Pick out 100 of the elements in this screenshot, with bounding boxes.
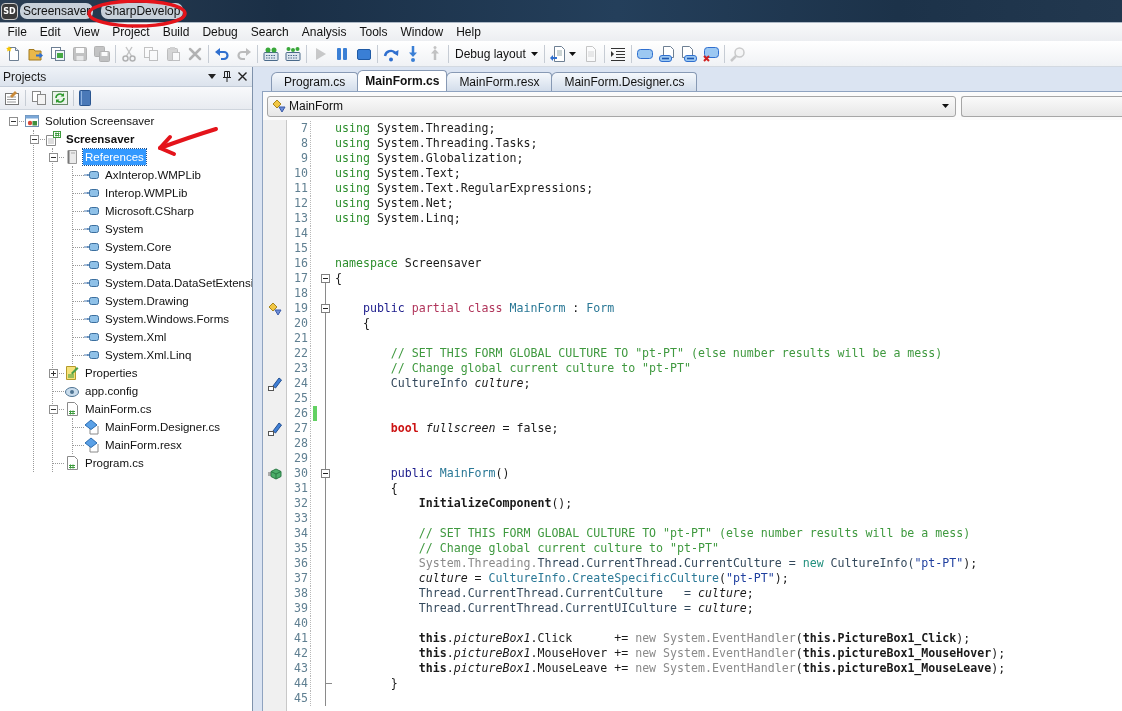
tree-item[interactable]: Interop.WMPLib <box>103 185 190 201</box>
menu-item[interactable]: Help <box>449 23 488 41</box>
caret-icon[interactable] <box>208 74 216 79</box>
line-number: 15 <box>294 241 308 256</box>
menu-item[interactable]: File <box>1 23 34 41</box>
window-title: Screensaver <box>20 3 94 19</box>
line-number: 38 <box>294 586 308 601</box>
tree-item[interactable]: Properties <box>83 365 140 381</box>
line-number: 12 <box>294 196 308 211</box>
tree-item[interactable]: System <box>103 221 146 237</box>
line-number: 31 <box>294 481 308 496</box>
document-icon <box>64 401 80 417</box>
document-pencil-icon[interactable] <box>4 90 20 106</box>
code-line: System.Threading.Thread.CurrentThread.CurrentCulture = new CultureInfo("pt-PT"); <box>418 556 978 571</box>
previous-bookmark-icon[interactable] <box>658 45 675 62</box>
tree-item[interactable]: app.config <box>83 383 141 399</box>
line-number: 21 <box>294 331 308 346</box>
tree-item[interactable]: System.Xml.Linq <box>103 347 194 363</box>
clear-bookmarks-icon[interactable] <box>702 45 719 62</box>
line-number: 37 <box>294 571 308 586</box>
window-icon <box>24 113 40 129</box>
document-tab[interactable]: MainForm.cs <box>357 70 448 91</box>
tree-item[interactable]: System.Core <box>103 239 174 255</box>
diamond-icon <box>267 301 282 316</box>
pause-icon[interactable] <box>334 45 350 62</box>
code-line: bool fullscreen = false; <box>390 421 559 436</box>
tree-item[interactable]: MainForm.Designer.cs <box>103 419 223 435</box>
rebuild-icon[interactable] <box>285 45 301 62</box>
tree-item[interactable]: System.Data <box>103 257 173 273</box>
documents-icon[interactable] <box>50 45 66 62</box>
class-selector[interactable]: MainForm <box>267 95 956 117</box>
line-number: 41 <box>294 631 308 646</box>
code-line: culture = CultureInfo.CreateSpecificCulture("pt-PT"); <box>418 571 789 586</box>
tree-item[interactable]: System.Drawing <box>103 293 191 309</box>
document-arrow-icon[interactable] <box>549 45 566 62</box>
line-number: 14 <box>294 226 308 241</box>
caret-icon <box>530 51 538 56</box>
line-number: 33 <box>294 511 308 526</box>
collapse-icon[interactable] <box>48 152 58 162</box>
tree-item[interactable]: System.Windows.Forms <box>103 311 231 327</box>
close-icon[interactable] <box>238 72 247 81</box>
caret-icon <box>942 104 949 108</box>
menu-item[interactable]: Edit <box>33 23 68 41</box>
line-number: 30 <box>294 466 308 481</box>
tree-item[interactable]: Program.cs <box>83 455 146 471</box>
line-number: 36 <box>294 556 308 571</box>
menu-item[interactable]: Window <box>394 23 450 41</box>
collapse-icon[interactable] <box>8 116 18 126</box>
undo-icon[interactable] <box>214 45 230 62</box>
new-file-icon[interactable] <box>6 45 22 62</box>
menu-item[interactable]: Build <box>156 23 196 41</box>
line-number: 42 <box>294 646 308 661</box>
document-tab[interactable]: MainForm.resx <box>446 72 553 91</box>
document-tab[interactable]: Program.cs <box>271 72 359 91</box>
layout-dropdown[interactable]: Debug layout <box>452 43 541 64</box>
menu-item[interactable]: Debug <box>195 23 245 41</box>
collapse-icon[interactable] <box>321 304 330 313</box>
menu-item[interactable]: Tools <box>352 23 394 41</box>
pencil-icon <box>267 421 282 436</box>
documents-icon[interactable] <box>31 90 47 106</box>
document-grid-icon <box>45 131 61 147</box>
line-number: 34 <box>294 526 308 541</box>
tree-item[interactable]: System.Xml <box>103 329 169 345</box>
next-bookmark-icon[interactable] <box>680 45 697 62</box>
code-line: public MainForm() <box>390 466 510 481</box>
document-tab[interactable]: MainForm.Designer.cs <box>551 72 698 91</box>
collapse-icon[interactable] <box>29 134 39 144</box>
diamond-document-icon <box>84 419 100 435</box>
menu-item[interactable]: View <box>67 23 106 41</box>
caret-icon[interactable] <box>568 51 576 56</box>
app-logo: SD <box>1 2 18 20</box>
book-icon[interactable] <box>79 90 91 106</box>
collapse-icon[interactable] <box>321 274 330 283</box>
tree-item[interactable]: Solution Screensaver <box>43 113 157 129</box>
tree-item[interactable]: MainForm.resx <box>103 437 184 453</box>
menu-item[interactable]: Analysis <box>295 23 353 41</box>
tree-item[interactable]: AxInterop.WMPLib <box>103 167 203 183</box>
tree-item[interactable]: Microsoft.CSharp <box>103 203 196 219</box>
collapse-icon[interactable] <box>48 404 58 414</box>
menu-item[interactable]: Project <box>105 23 157 41</box>
code-line: namespace Screensaver <box>335 256 482 271</box>
line-number: 20 <box>294 316 308 331</box>
code-line: this.pictureBox1.MouseLeave += new System.EventHandler(this.pictureBox1_MouseLeave); <box>418 661 1006 676</box>
code-line: this.pictureBox1.MouseHover += new System.EventHandler(this.pictureBox1_MouseHover); <box>418 646 1006 661</box>
menu-item[interactable]: Search <box>244 23 296 41</box>
line-number: 25 <box>294 391 308 406</box>
code-line: // SET THIS FORM GLOBAL CULTURE TO "pt-PT" (else number results will be a mess) <box>390 346 943 361</box>
line-number: 35 <box>294 541 308 556</box>
expand-icon[interactable] <box>48 368 58 378</box>
code-line: { <box>390 481 398 496</box>
refresh-icon[interactable] <box>52 90 68 106</box>
line-number: 39 <box>294 601 308 616</box>
tree-item[interactable]: Screensaver <box>64 131 137 147</box>
indent-icon[interactable] <box>609 45 626 62</box>
tree-item[interactable]: MainForm.cs <box>83 401 154 417</box>
build-icon[interactable] <box>263 45 279 62</box>
line-number: 19 <box>294 301 308 316</box>
tree-item[interactable]: System.Data.DataSetExtensi <box>103 275 252 291</box>
pin-icon[interactable] <box>223 71 231 82</box>
collapse-icon[interactable] <box>321 469 330 478</box>
